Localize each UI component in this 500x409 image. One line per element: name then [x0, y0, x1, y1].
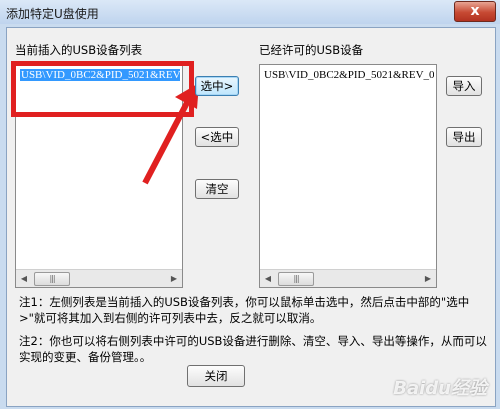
close-button[interactable]: 关闭 [187, 365, 245, 387]
note-1: 注1：左侧列表是当前插入的USB设备列表，你可以鼠标单击选中，然后点击中部的"选… [19, 295, 470, 325]
right-list-label: 已经许可的USB设备 [259, 43, 364, 57]
close-window-button[interactable]: x [454, 1, 496, 22]
scroll-thumb[interactable]: ||| [278, 272, 314, 286]
dialog-body: 当前插入的USB设备列表 USB\VID_0BC2&PID_5021&REV ◀… [6, 27, 496, 407]
close-icon: x [470, 3, 480, 19]
note-2: 注2：你也可以将右侧列表中许可的USB设备进行删除、清空、导入、导出等操作，从而… [19, 334, 487, 364]
list-item[interactable]: USB\VID_0BC2&PID_5021&REV_01 [264, 69, 434, 81]
unselect-button[interactable]: <选中 [195, 127, 239, 147]
scroll-left-icon[interactable]: ◀ [260, 270, 276, 287]
scroll-thumb[interactable]: ||| [34, 272, 70, 286]
title-bar[interactable]: 添加特定U盘使用 x [0, 0, 500, 24]
select-button[interactable]: 选中> [195, 76, 239, 96]
scroll-right-icon[interactable]: ▶ [420, 270, 436, 287]
window-title: 添加特定U盘使用 [6, 7, 99, 21]
clear-button[interactable]: 清空 [195, 179, 239, 199]
left-list-label: 当前插入的USB设备列表 [15, 43, 143, 57]
permitted-usb-list[interactable]: USB\VID_0BC2&PID_5021&REV_01 ◀ ||| ▶ [259, 64, 437, 288]
horizontal-scrollbar[interactable]: ◀ ||| ▶ [260, 269, 436, 287]
horizontal-scrollbar[interactable]: ◀ ||| ▶ [16, 269, 182, 287]
scroll-left-icon[interactable]: ◀ [16, 270, 32, 287]
import-button[interactable]: 导入 [446, 76, 482, 96]
list-item-label: USB\VID_0BC2&PID_5021&REV_01 [264, 69, 434, 81]
watermark-logo: Baidu经验 [393, 378, 487, 399]
export-button[interactable]: 导出 [446, 127, 482, 147]
scroll-right-icon[interactable]: ▶ [166, 270, 182, 287]
